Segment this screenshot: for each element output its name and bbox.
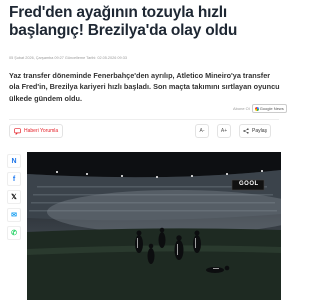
comment-icon xyxy=(14,127,21,135)
google-news-icon[interactable]: N xyxy=(7,154,21,168)
whatsapp-icon[interactable]: ✆ xyxy=(7,226,21,240)
mail-icon[interactable]: ✉ xyxy=(7,208,21,222)
article-meta: 05 Şubat 2026, Çarşamba 09:27 Güncelleme… xyxy=(9,56,127,60)
comment-button[interactable]: Haberi Yorumla xyxy=(9,124,64,138)
divider xyxy=(9,119,279,120)
article-photo: GOOL xyxy=(27,152,281,300)
x-icon[interactable]: 𝕏 xyxy=(7,190,21,204)
social-share-bar: N f 𝕏 ✉ ✆ xyxy=(7,154,21,240)
share-button-label: Paylaş xyxy=(251,128,267,134)
font-decrease-button[interactable]: A- xyxy=(195,124,209,138)
follow-label: Abone Ol xyxy=(233,106,250,111)
scoreboard-text: GOOL xyxy=(239,181,259,187)
article-headline: Fred'den ayağının tozuyla hızlı başlangı… xyxy=(9,4,238,39)
stadium-scene xyxy=(27,152,281,300)
font-increase-button[interactable]: A+ xyxy=(217,124,231,138)
share-button[interactable]: Paylaş xyxy=(239,124,271,138)
google-icon xyxy=(254,106,259,111)
facebook-icon[interactable]: f xyxy=(7,172,21,186)
comment-button-label: Haberi Yorumla xyxy=(24,128,59,134)
share-icon xyxy=(243,128,249,134)
google-news-label: Google News xyxy=(259,106,284,111)
google-news-badge[interactable]: Google News xyxy=(251,104,287,113)
article-summary: Yaz transfer döneminde Fenerbahçe'den ay… xyxy=(9,71,280,103)
google-news-follow[interactable]: Abone Ol Google News xyxy=(233,104,287,113)
